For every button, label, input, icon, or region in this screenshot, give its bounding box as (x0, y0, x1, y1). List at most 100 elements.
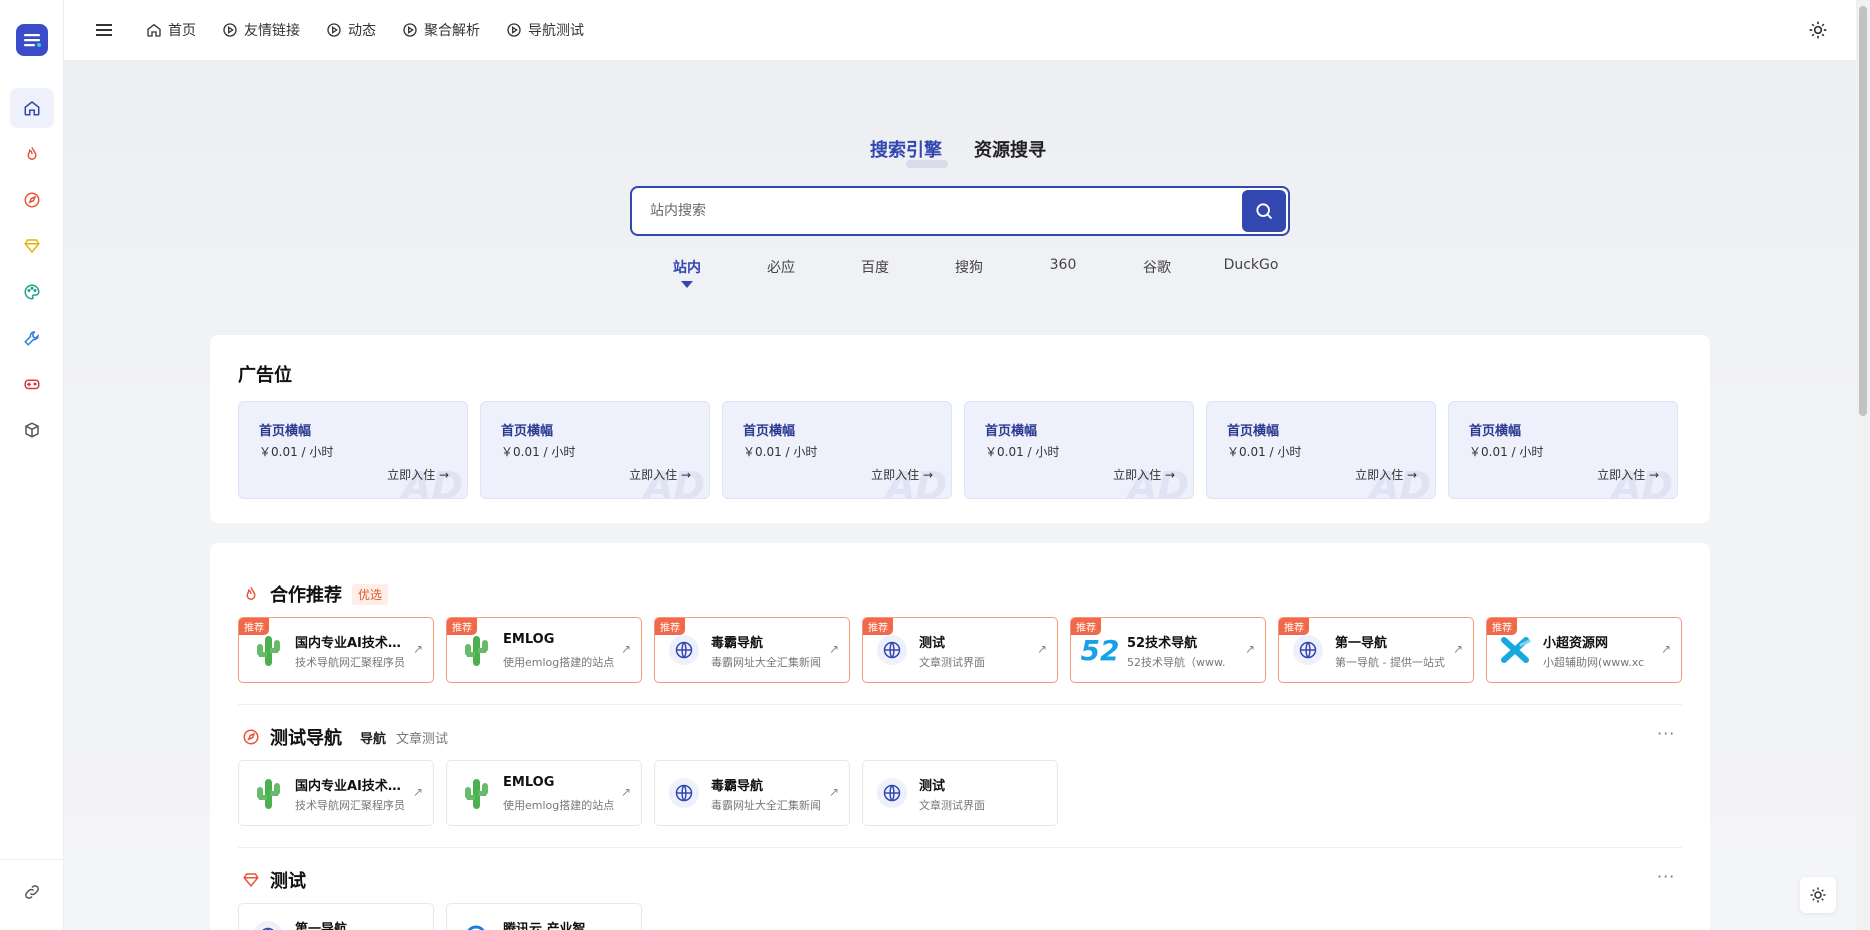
ad-cta[interactable]: 立即入住 → (871, 466, 933, 483)
left-sidebar (0, 0, 64, 930)
engine-site[interactable]: 站内 (640, 257, 734, 288)
sidebar-palette[interactable] (10, 272, 54, 312)
ad-name: 首页横幅 (501, 424, 554, 439)
sidebar-wrench[interactable] (10, 318, 54, 358)
sidebar-compass[interactable] (10, 180, 54, 220)
ad-name: 首页横幅 (985, 424, 1038, 439)
diamond-icon (24, 239, 40, 254)
ad-cta[interactable]: 立即入住 → (1113, 466, 1175, 483)
engine-google[interactable]: 谷歌 (1110, 257, 1204, 277)
site-card[interactable]: 推荐 小超资源网 小超辅助网(www.xc ↗ (1486, 617, 1682, 683)
site-card[interactable]: 推荐 52 52技术导航 52技术导航（www. ↗ (1070, 617, 1266, 683)
site-card[interactable]: 测试 文章测试界面 (862, 760, 1058, 826)
nav-news[interactable]: 动态 (326, 20, 376, 40)
ad-price: ￥0.01 / 小时 (259, 445, 334, 459)
engine-duckgo[interactable]: DuckGo (1204, 257, 1298, 277)
ad-price: ￥0.01 / 小时 (1227, 445, 1302, 459)
ad-cta[interactable]: 立即入住 → (629, 466, 691, 483)
play-circle-icon (403, 23, 417, 37)
engine-360[interactable]: 360 (1016, 257, 1110, 277)
ad-cta[interactable]: 立即入住 → (387, 466, 449, 483)
site-card[interactable]: 推荐 第一导航 第一导航 - 提供一站式 ↗ (1278, 617, 1474, 683)
scrollbar-thumb[interactable] (1859, 6, 1867, 416)
arrow-up-right-icon[interactable]: ↗ (413, 785, 423, 799)
cactus-icon (459, 633, 493, 667)
site-card[interactable]: 推荐 国内专业AI技术导航 技术导航网汇聚程序员 ↗ (238, 617, 434, 683)
sidebar-home[interactable] (10, 88, 54, 128)
site-card[interactable]: 推荐 EMLOG 使用emlog搭建的站点 ↗ (446, 617, 642, 683)
site-card[interactable]: 毒霸导航 毒霸网址大全汇集新闻 ↗ (654, 760, 850, 826)
arrow-up-right-icon[interactable]: ↗ (621, 785, 631, 799)
arrow-up-right-icon[interactable]: ↗ (1037, 642, 1047, 656)
ad-panel-title: 广告位 (238, 365, 292, 386)
section-tab-nav[interactable]: 导航 (360, 728, 386, 747)
ad-card[interactable]: 首页横幅 ￥0.01 / 小时 AD 立即入住 → (1448, 401, 1678, 499)
arrow-up-right-icon[interactable]: ↗ (621, 642, 631, 656)
site-card[interactable]: 推荐 毒霸导航 毒霸网址大全汇集新闻 ↗ (654, 617, 850, 683)
nav-friend-links[interactable]: 友情链接 (222, 20, 300, 40)
sidebar-link[interactable] (10, 872, 54, 912)
more-button[interactable]: ··· (1657, 867, 1675, 886)
globe-icon (667, 633, 701, 667)
ad-card[interactable]: 首页横幅 ￥0.01 / 小时 AD 立即入住 → (480, 401, 710, 499)
section-divider (238, 704, 1682, 705)
cactus-icon (251, 776, 285, 810)
site-name: 测试 (919, 779, 946, 794)
site-name: 小超资源网 (1543, 636, 1609, 651)
hamburger-icon[interactable] (94, 20, 114, 40)
ad-name: 首页横幅 (1469, 424, 1522, 439)
sidebar-fire[interactable] (10, 134, 54, 174)
site-card[interactable]: 第一导航 (238, 903, 434, 930)
tab-search-engine[interactable]: 搜索引擎 (870, 136, 948, 168)
sidebar-gamepad[interactable] (10, 364, 54, 404)
sidebar-diamond[interactable] (10, 226, 54, 266)
nav-label: 友情链接 (244, 23, 300, 39)
tab-resource-search[interactable]: 资源搜寻 (974, 136, 1046, 162)
arrow-up-right-icon[interactable]: ↗ (1245, 642, 1255, 656)
menu-logo-icon[interactable] (16, 24, 48, 56)
theme-toggle-button[interactable] (1808, 20, 1828, 44)
ad-cta[interactable]: 立即入住 → (1597, 466, 1659, 483)
site-card[interactable]: 腾讯云 产业智 (446, 903, 642, 930)
cactus-icon (459, 776, 493, 810)
engine-sogou[interactable]: 搜狗 (922, 257, 1016, 277)
wrench-icon (24, 331, 39, 346)
search-engine-list: 站内 必应 百度 搜狗 360 谷歌 DuckGo (640, 257, 1298, 288)
arrow-up-right-icon[interactable]: ↗ (1453, 642, 1463, 656)
section-tab-article[interactable]: 文章测试 (396, 728, 448, 747)
nav-label: 聚合解析 (424, 23, 480, 39)
site-desc: 毒霸网址大全汇集新闻 (711, 656, 821, 669)
section-tag: 优选 (352, 583, 389, 605)
arrow-up-right-icon[interactable]: ↗ (829, 785, 839, 799)
sun-icon (1810, 887, 1826, 903)
arrow-up-right-icon[interactable]: ↗ (829, 642, 839, 656)
top-nav: 首页 友情链接 动态 聚合解析 导航测试 (146, 0, 584, 60)
ad-card[interactable]: 首页横幅 ￥0.01 / 小时 AD 立即入住 → (722, 401, 952, 499)
engine-bing[interactable]: 必应 (734, 257, 828, 277)
ad-card[interactable]: 首页横幅 ￥0.01 / 小时 AD 立即入住 → (1206, 401, 1436, 499)
arrow-up-right-icon[interactable]: ↗ (413, 642, 423, 656)
engine-baidu[interactable]: 百度 (828, 257, 922, 277)
ad-card[interactable]: 首页横幅 ￥0.01 / 小时 AD 立即入住 → (964, 401, 1194, 499)
site-desc: 52技术导航（www. (1127, 656, 1226, 669)
nav-parse[interactable]: 聚合解析 (402, 20, 480, 40)
ad-cta[interactable]: 立即入住 → (1355, 466, 1417, 483)
site-card[interactable]: 国内专业AI技术导航 技术导航网汇聚程序员 ↗ (238, 760, 434, 826)
site-name: 52技术导航 (1127, 636, 1198, 651)
page-scrollbar[interactable] (1856, 0, 1870, 930)
home-icon (147, 23, 161, 37)
site-card[interactable]: 推荐 测试 文章测试界面 ↗ (862, 617, 1058, 683)
site-name: 第一导航 (295, 922, 348, 930)
ad-card[interactable]: 首页横幅 ￥0.01 / 小时 AD 立即入住 → (238, 401, 468, 499)
nav-home[interactable]: 首页 (146, 20, 196, 40)
site-card[interactable]: EMLOG 使用emlog搭建的站点 ↗ (446, 760, 642, 826)
home-icon (24, 101, 40, 116)
nav-test[interactable]: 导航测试 (506, 20, 584, 40)
sidebar-box[interactable] (10, 410, 54, 450)
more-button[interactable]: ··· (1657, 724, 1675, 743)
floating-theme-button[interactable] (1800, 877, 1836, 913)
arrow-up-right-icon[interactable]: ↗ (1661, 642, 1671, 656)
search-button[interactable] (1242, 190, 1286, 232)
search-input[interactable] (650, 200, 1210, 222)
gamepad-icon (24, 379, 40, 390)
